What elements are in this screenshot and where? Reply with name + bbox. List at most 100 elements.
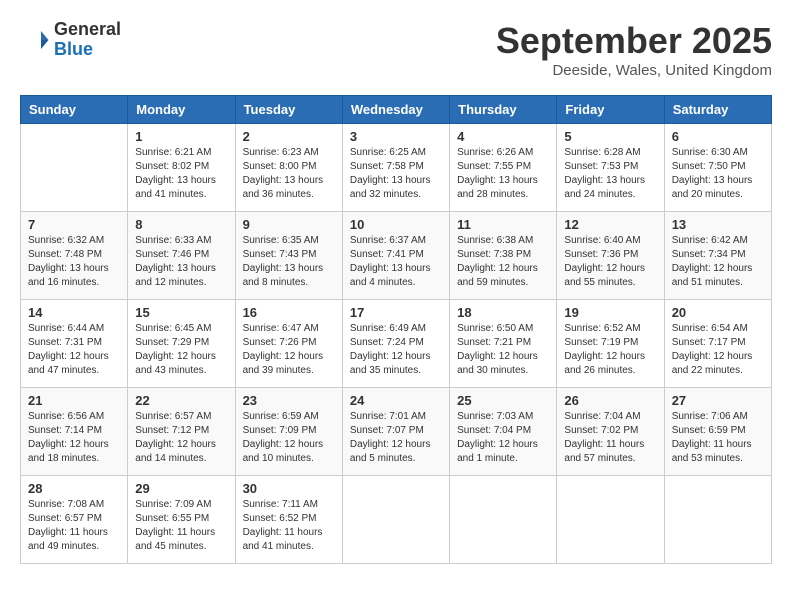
cell-info: Sunrise: 6:40 AM Sunset: 7:36 PM Dayligh… xyxy=(564,234,656,290)
sunrise-text: Sunrise: 6:45 AM xyxy=(135,322,227,336)
day-number: 9 xyxy=(243,217,335,232)
sunset-text: Sunset: 7:53 PM xyxy=(564,160,656,174)
sunrise-text: Sunrise: 6:47 AM xyxy=(243,322,335,336)
cell-info: Sunrise: 6:30 AM Sunset: 7:50 PM Dayligh… xyxy=(672,146,764,202)
day-number: 6 xyxy=(672,129,764,144)
cell-info: Sunrise: 6:37 AM Sunset: 7:41 PM Dayligh… xyxy=(350,234,442,290)
day-number: 20 xyxy=(672,305,764,320)
calendar-cell xyxy=(557,476,664,564)
calendar-cell: 18 Sunrise: 6:50 AM Sunset: 7:21 PM Dayl… xyxy=(450,300,557,388)
sunset-text: Sunset: 7:29 PM xyxy=(135,336,227,350)
logo-blue: Blue xyxy=(54,40,121,60)
calendar-cell xyxy=(664,476,771,564)
sunset-text: Sunset: 7:50 PM xyxy=(672,160,764,174)
sunrise-text: Sunrise: 7:04 AM xyxy=(564,410,656,424)
calendar-cell: 12 Sunrise: 6:40 AM Sunset: 7:36 PM Dayl… xyxy=(557,212,664,300)
cell-info: Sunrise: 6:21 AM Sunset: 8:02 PM Dayligh… xyxy=(135,146,227,202)
calendar-cell: 3 Sunrise: 6:25 AM Sunset: 7:58 PM Dayli… xyxy=(342,124,449,212)
sunrise-text: Sunrise: 6:49 AM xyxy=(350,322,442,336)
cell-info: Sunrise: 6:52 AM Sunset: 7:19 PM Dayligh… xyxy=(564,322,656,378)
sunset-text: Sunset: 7:34 PM xyxy=(672,248,764,262)
calendar-cell: 20 Sunrise: 6:54 AM Sunset: 7:17 PM Dayl… xyxy=(664,300,771,388)
sunrise-text: Sunrise: 7:09 AM xyxy=(135,498,227,512)
sunset-text: Sunset: 7:48 PM xyxy=(28,248,120,262)
calendar-cell: 8 Sunrise: 6:33 AM Sunset: 7:46 PM Dayli… xyxy=(128,212,235,300)
calendar-cell: 23 Sunrise: 6:59 AM Sunset: 7:09 PM Dayl… xyxy=(235,388,342,476)
calendar-cell: 25 Sunrise: 7:03 AM Sunset: 7:04 PM Dayl… xyxy=(450,388,557,476)
logo-general: General xyxy=(54,20,121,40)
logo: General Blue xyxy=(20,20,121,60)
cell-info: Sunrise: 6:26 AM Sunset: 7:55 PM Dayligh… xyxy=(457,146,549,202)
calendar-cell: 22 Sunrise: 6:57 AM Sunset: 7:12 PM Dayl… xyxy=(128,388,235,476)
cell-info: Sunrise: 7:09 AM Sunset: 6:55 PM Dayligh… xyxy=(135,498,227,554)
calendar-week-row: 28 Sunrise: 7:08 AM Sunset: 6:57 PM Dayl… xyxy=(21,476,772,564)
cell-info: Sunrise: 6:42 AM Sunset: 7:34 PM Dayligh… xyxy=(672,234,764,290)
daylight-text: Daylight: 12 hours and 35 minutes. xyxy=(350,350,442,378)
page-header: General Blue September 2025 Deeside, Wal… xyxy=(20,20,772,79)
cell-info: Sunrise: 7:03 AM Sunset: 7:04 PM Dayligh… xyxy=(457,410,549,466)
daylight-text: Daylight: 13 hours and 36 minutes. xyxy=(243,174,335,202)
sunset-text: Sunset: 8:00 PM xyxy=(243,160,335,174)
day-number: 29 xyxy=(135,481,227,496)
cell-info: Sunrise: 6:50 AM Sunset: 7:21 PM Dayligh… xyxy=(457,322,549,378)
daylight-text: Daylight: 13 hours and 32 minutes. xyxy=(350,174,442,202)
sunrise-text: Sunrise: 6:28 AM xyxy=(564,146,656,160)
calendar-cell: 16 Sunrise: 6:47 AM Sunset: 7:26 PM Dayl… xyxy=(235,300,342,388)
sunset-text: Sunset: 7:41 PM xyxy=(350,248,442,262)
sunset-text: Sunset: 8:02 PM xyxy=(135,160,227,174)
daylight-text: Daylight: 13 hours and 41 minutes. xyxy=(135,174,227,202)
daylight-text: Daylight: 12 hours and 1 minute. xyxy=(457,438,549,466)
day-number: 22 xyxy=(135,393,227,408)
calendar-cell: 4 Sunrise: 6:26 AM Sunset: 7:55 PM Dayli… xyxy=(450,124,557,212)
day-number: 27 xyxy=(672,393,764,408)
sunset-text: Sunset: 7:07 PM xyxy=(350,424,442,438)
daylight-text: Daylight: 11 hours and 57 minutes. xyxy=(564,438,656,466)
daylight-text: Daylight: 12 hours and 55 minutes. xyxy=(564,262,656,290)
cell-info: Sunrise: 7:11 AM Sunset: 6:52 PM Dayligh… xyxy=(243,498,335,554)
day-number: 15 xyxy=(135,305,227,320)
sunrise-text: Sunrise: 6:38 AM xyxy=(457,234,549,248)
sunrise-text: Sunrise: 7:03 AM xyxy=(457,410,549,424)
calendar-cell xyxy=(450,476,557,564)
calendar-cell: 10 Sunrise: 6:37 AM Sunset: 7:41 PM Dayl… xyxy=(342,212,449,300)
day-number: 23 xyxy=(243,393,335,408)
day-number: 13 xyxy=(672,217,764,232)
sunset-text: Sunset: 7:31 PM xyxy=(28,336,120,350)
calendar-cell: 6 Sunrise: 6:30 AM Sunset: 7:50 PM Dayli… xyxy=(664,124,771,212)
daylight-text: Daylight: 13 hours and 28 minutes. xyxy=(457,174,549,202)
logo-icon xyxy=(20,25,50,55)
sunrise-text: Sunrise: 6:35 AM xyxy=(243,234,335,248)
weekday-header: Monday xyxy=(128,96,235,124)
daylight-text: Daylight: 12 hours and 43 minutes. xyxy=(135,350,227,378)
cell-info: Sunrise: 6:54 AM Sunset: 7:17 PM Dayligh… xyxy=(672,322,764,378)
calendar-cell: 24 Sunrise: 7:01 AM Sunset: 7:07 PM Dayl… xyxy=(342,388,449,476)
cell-info: Sunrise: 6:28 AM Sunset: 7:53 PM Dayligh… xyxy=(564,146,656,202)
daylight-text: Daylight: 12 hours and 30 minutes. xyxy=(457,350,549,378)
sunset-text: Sunset: 7:24 PM xyxy=(350,336,442,350)
cell-info: Sunrise: 7:06 AM Sunset: 6:59 PM Dayligh… xyxy=(672,410,764,466)
daylight-text: Daylight: 12 hours and 47 minutes. xyxy=(28,350,120,378)
daylight-text: Daylight: 13 hours and 16 minutes. xyxy=(28,262,120,290)
sunrise-text: Sunrise: 6:37 AM xyxy=(350,234,442,248)
sunset-text: Sunset: 6:55 PM xyxy=(135,512,227,526)
sunrise-text: Sunrise: 6:30 AM xyxy=(672,146,764,160)
calendar-cell: 17 Sunrise: 6:49 AM Sunset: 7:24 PM Dayl… xyxy=(342,300,449,388)
cell-info: Sunrise: 6:35 AM Sunset: 7:43 PM Dayligh… xyxy=(243,234,335,290)
calendar-cell: 14 Sunrise: 6:44 AM Sunset: 7:31 PM Dayl… xyxy=(21,300,128,388)
month-title: September 2025 xyxy=(496,20,772,62)
calendar-week-row: 21 Sunrise: 6:56 AM Sunset: 7:14 PM Dayl… xyxy=(21,388,772,476)
daylight-text: Daylight: 12 hours and 14 minutes. xyxy=(135,438,227,466)
daylight-text: Daylight: 12 hours and 18 minutes. xyxy=(28,438,120,466)
calendar-cell: 19 Sunrise: 6:52 AM Sunset: 7:19 PM Dayl… xyxy=(557,300,664,388)
sunrise-text: Sunrise: 6:40 AM xyxy=(564,234,656,248)
daylight-text: Daylight: 13 hours and 12 minutes. xyxy=(135,262,227,290)
sunset-text: Sunset: 7:46 PM xyxy=(135,248,227,262)
sunrise-text: Sunrise: 7:06 AM xyxy=(672,410,764,424)
calendar-cell: 30 Sunrise: 7:11 AM Sunset: 6:52 PM Dayl… xyxy=(235,476,342,564)
calendar-cell xyxy=(21,124,128,212)
day-number: 12 xyxy=(564,217,656,232)
daylight-text: Daylight: 12 hours and 22 minutes. xyxy=(672,350,764,378)
cell-info: Sunrise: 6:56 AM Sunset: 7:14 PM Dayligh… xyxy=(28,410,120,466)
day-number: 16 xyxy=(243,305,335,320)
sunrise-text: Sunrise: 6:33 AM xyxy=(135,234,227,248)
